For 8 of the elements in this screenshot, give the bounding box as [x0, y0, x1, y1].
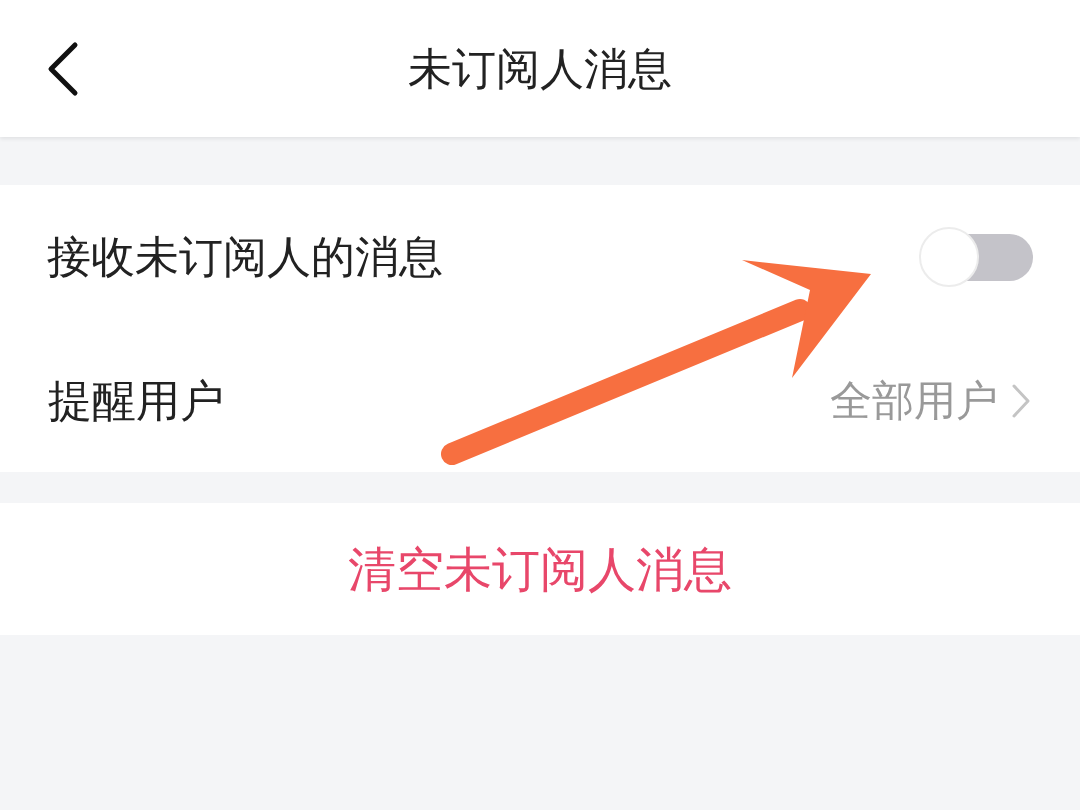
chevron-right-icon	[1012, 383, 1030, 418]
page-title: 未订阅人消息	[407, 46, 673, 91]
setting-label: 提醒用户	[48, 378, 224, 423]
setting-row[interactable]: 提醒用户 全部用户	[0, 329, 1080, 472]
setting-value: 全部用户	[830, 379, 998, 422]
setting-label: 接收未订阅人的消息	[47, 235, 443, 279]
toggle-switch[interactable]	[919, 227, 1033, 287]
clear-messages-button[interactable]: 清空未订阅人消息	[0, 503, 1080, 635]
